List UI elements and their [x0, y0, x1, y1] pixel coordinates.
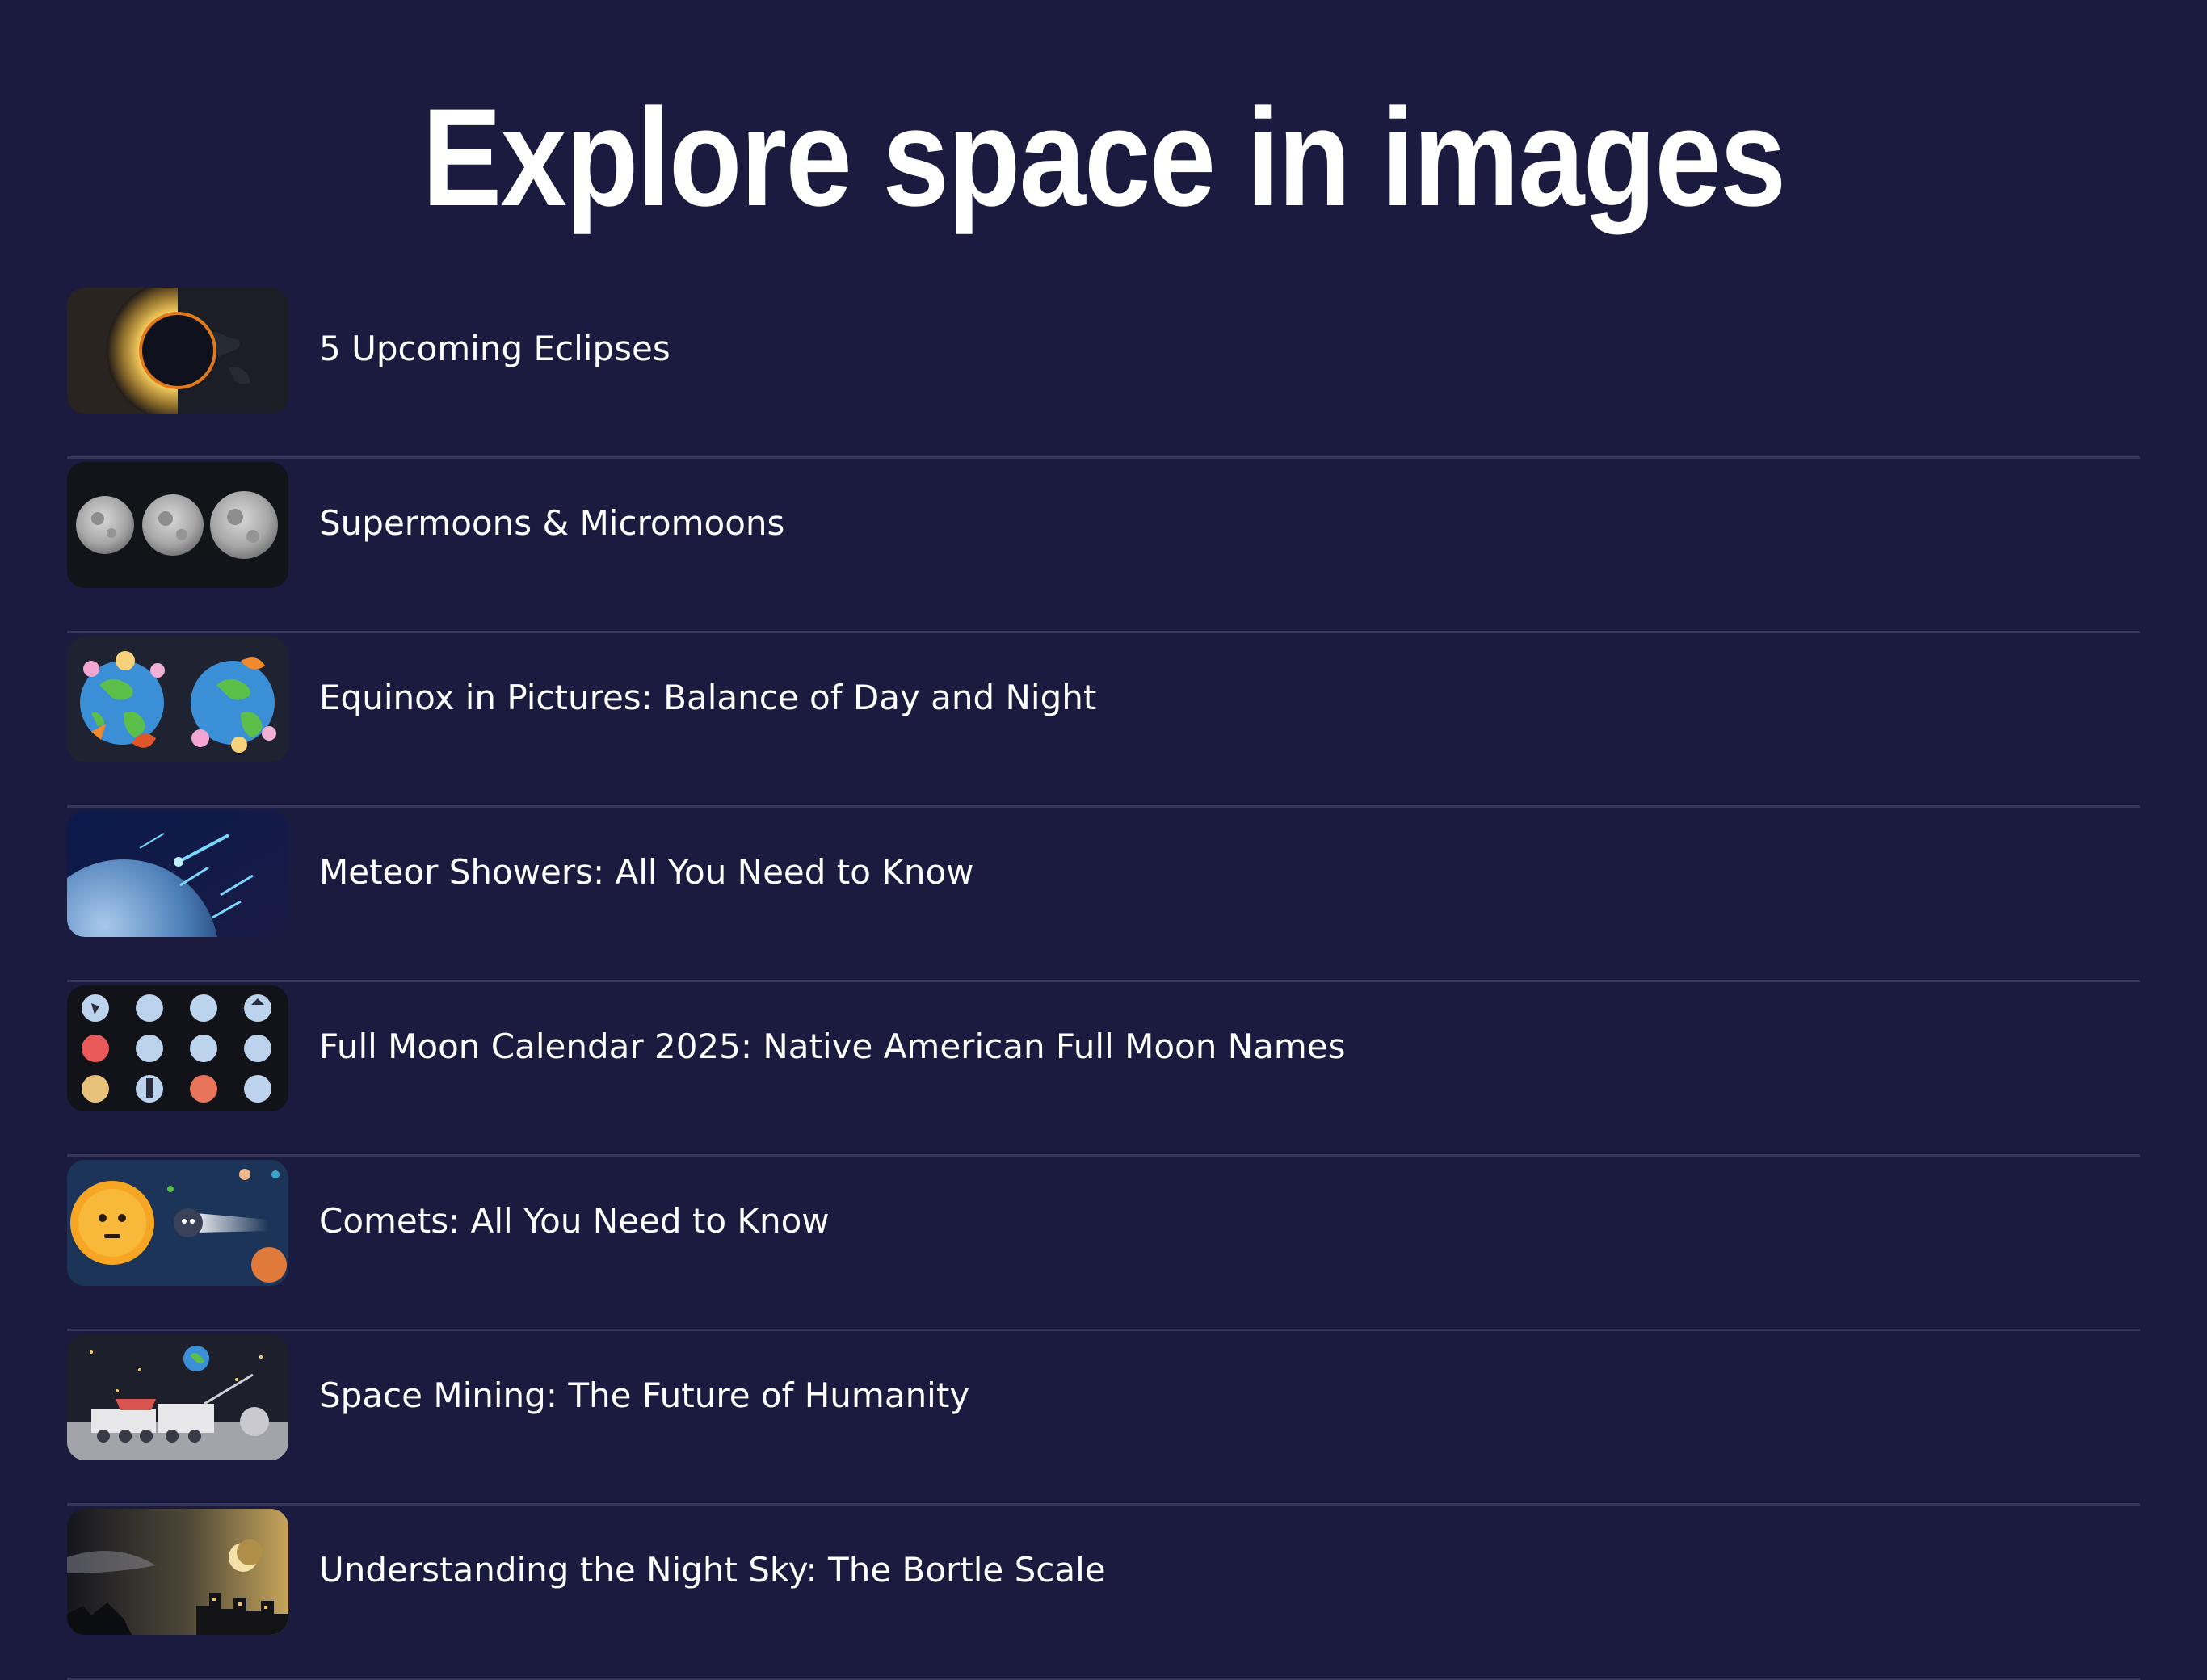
list-item-eclipses[interactable]: 5 Upcoming Eclipses	[67, 284, 2140, 459]
lunar-mining-icon	[67, 1334, 288, 1460]
list-item-comets[interactable]: Comets: All You Need to Know	[67, 1157, 2140, 1331]
three-moons-icon	[67, 462, 288, 588]
list-item-label: Supermoons & Micromoons	[319, 503, 785, 543]
list-item-label: Equinox in Pictures: Balance of Day and …	[319, 678, 1097, 717]
list-item-full-moon-calendar[interactable]: Full Moon Calendar 2025: Native American…	[67, 982, 2140, 1157]
solar-eclipse-icon	[67, 288, 288, 414]
earth-equinox-icon	[67, 636, 288, 762]
meteor-shower-icon	[67, 811, 288, 937]
list-item-label: 5 Upcoming Eclipses	[319, 329, 671, 368]
list-item-label: Comets: All You Need to Know	[319, 1201, 830, 1241]
page-title: Explore space in images	[422, 80, 1787, 235]
list-item-meteor-showers[interactable]: Meteor Showers: All You Need to Know	[67, 808, 2140, 982]
list-item-label: Full Moon Calendar 2025: Native American…	[319, 1027, 1346, 1066]
list-item-label: Understanding the Night Sky: The Bortle …	[319, 1550, 1106, 1590]
list-item-equinox[interactable]: Equinox in Pictures: Balance of Day and …	[67, 633, 2140, 808]
full-moon-grid-icon	[67, 985, 288, 1111]
list-item-label: Meteor Showers: All You Need to Know	[319, 852, 974, 892]
list-item-supermoons[interactable]: Supermoons & Micromoons	[67, 459, 2140, 633]
list-item-label: Space Mining: The Future of Humanity	[319, 1376, 970, 1415]
article-list: 5 Upcoming Eclipses Supermoons & Micromo…	[67, 284, 2140, 1680]
comet-sun-icon	[67, 1160, 288, 1286]
list-item-space-mining[interactable]: Space Mining: The Future of Humanity	[67, 1331, 2140, 1506]
night-sky-city-icon	[67, 1509, 288, 1635]
